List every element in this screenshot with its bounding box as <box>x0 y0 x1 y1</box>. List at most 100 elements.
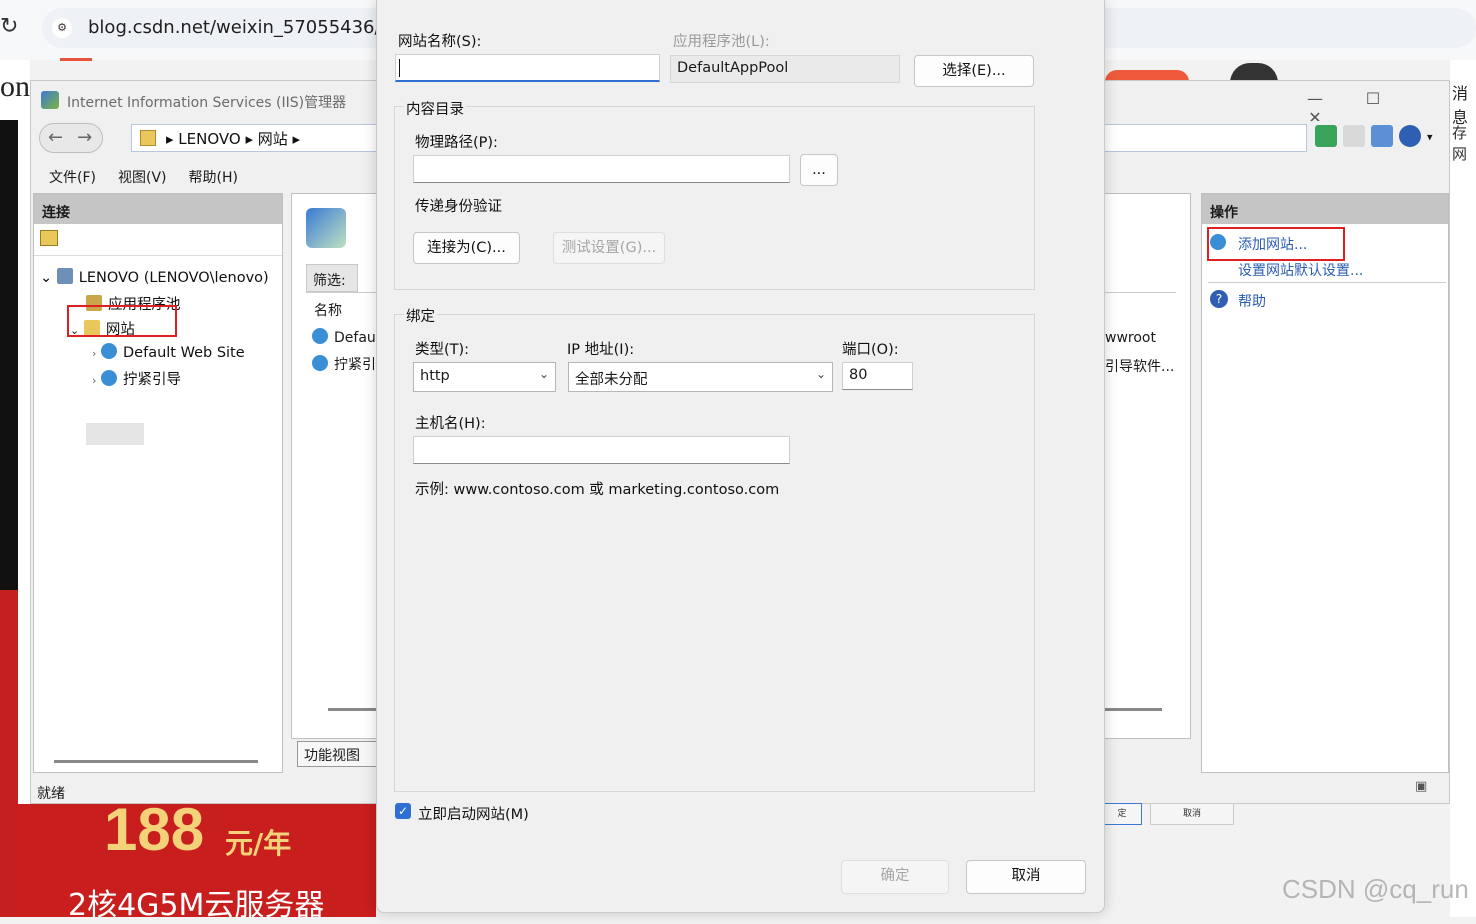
column-header-name[interactable]: 名称 <box>314 300 342 320</box>
background-dark-strip <box>0 120 18 590</box>
horizontal-scrollbar[interactable] <box>328 708 378 711</box>
background-save-text: 存网 <box>1452 124 1468 163</box>
chevron-right-icon[interactable]: › <box>92 347 96 360</box>
physical-path-label: 物理路径(P): <box>415 135 498 151</box>
app-pool-field: DefaultAppPool <box>670 55 900 83</box>
physical-path-input[interactable] <box>413 155 790 183</box>
toolbar: ▾ <box>1315 125 1433 147</box>
back-forward-buttons[interactable]: ←→ <box>39 123 103 153</box>
table-cell-path: 引导软件... <box>1105 359 1175 375</box>
sites-large-icon <box>306 208 346 248</box>
tree-selection-highlight <box>86 423 144 445</box>
refresh-icon[interactable] <box>1315 125 1337 147</box>
forward-arrow-icon[interactable]: → <box>77 127 106 148</box>
menu-file[interactable]: 文件(F) <box>49 170 96 186</box>
annotation-highlight-add-site <box>1207 227 1345 261</box>
menu-help[interactable]: 帮助(H) <box>189 170 238 186</box>
url-text[interactable]: blog.csdn.net/weixin_57055436/ar <box>88 17 399 38</box>
ad-price-unit: 元/年 <box>225 827 292 860</box>
home-icon[interactable] <box>1371 125 1393 147</box>
hostname-label: 主机名(H): <box>415 416 486 432</box>
ip-address-select[interactable]: 全部未分配 ⌄ <box>568 362 833 392</box>
menu-bar: 文件(F) 视图(V) 帮助(H) <box>49 167 260 187</box>
connect-folder-icon[interactable] <box>40 230 58 246</box>
start-now-label[interactable]: 立即启动网站(M) <box>418 803 529 824</box>
iis-app-icon <box>41 91 59 109</box>
chevron-down-icon[interactable]: ▾ <box>1427 131 1433 144</box>
status-bar-text: 就绪 <box>37 786 65 802</box>
help-icon[interactable] <box>1399 125 1421 147</box>
help-link[interactable]: 帮助 <box>1238 291 1266 311</box>
expand-chevron-icon[interactable]: ⌄ <box>40 270 52 286</box>
connections-toolbar <box>34 224 282 256</box>
back-arrow-icon[interactable]: ← <box>48 127 77 148</box>
tree-item-second-site[interactable]: › 拧紧引导 <box>92 368 181 389</box>
horizontal-scrollbar[interactable] <box>1102 708 1162 711</box>
watermark: CSDN @cq_run <box>1282 874 1469 904</box>
ip-address-label: IP 地址(I): <box>567 342 635 358</box>
minimize-icon[interactable]: — <box>1286 89 1344 108</box>
divider <box>1208 282 1446 283</box>
globe-icon <box>101 343 118 359</box>
text-cursor <box>399 59 400 77</box>
window-title: Internet Information Services (IIS)管理器 <box>67 95 347 111</box>
chevron-down-icon: ⌄ <box>815 367 826 381</box>
binding-label: 绑定 <box>404 305 437 326</box>
table-cell-path: wwroot <box>1105 330 1156 346</box>
network-status-icon: ▣ <box>1415 779 1428 794</box>
breadcrumb-text[interactable]: ▸ LENOVO ▸ 网站 ▸ <box>166 128 300 149</box>
annotation-highlight-sites <box>67 305 177 337</box>
globe-icon <box>312 355 328 371</box>
browse-path-button[interactable]: ... <box>800 154 838 186</box>
test-settings-button: 测试设置(G)... <box>553 232 665 264</box>
tree-item-default-web-site[interactable]: › Default Web Site <box>92 343 245 361</box>
window-controls: — ☐✕ <box>1286 89 1446 127</box>
hostname-input[interactable] <box>413 436 790 464</box>
type-label: 类型(T): <box>415 342 470 358</box>
menu-view[interactable]: 视图(V) <box>118 170 167 186</box>
site-name-input[interactable] <box>395 54 660 82</box>
table-row[interactable]: 拧紧引 <box>312 354 376 374</box>
actions-header: 操作 <box>1202 194 1448 224</box>
folder-icon <box>140 130 156 146</box>
help-icon: ? <box>1210 290 1228 308</box>
filter-label[interactable]: 筛选: <box>306 264 358 292</box>
ok-button: 确定 <box>841 860 949 894</box>
tune-icon[interactable]: ⚙ <box>52 18 72 38</box>
site-name-label: 网站名称(S): <box>398 34 482 50</box>
background-page-right <box>1450 60 1476 917</box>
select-app-pool-button[interactable]: 选择(E)... <box>914 55 1034 87</box>
maximize-icon[interactable]: ☐ <box>1344 89 1402 108</box>
connections-header: 连接 <box>34 194 282 224</box>
add-website-dialog: 网站名称(S): 应用程序池(L): DefaultAppPool 选择(E).… <box>376 0 1105 913</box>
cancel-button[interactable]: 取消 <box>966 860 1086 894</box>
horizontal-scrollbar[interactable] <box>54 760 258 763</box>
chevron-right-icon[interactable]: › <box>92 374 96 387</box>
chevron-down-icon: ⌄ <box>538 367 549 381</box>
set-site-defaults-link[interactable]: 设置网站默认设置... <box>1238 260 1363 280</box>
globe-icon <box>312 328 328 344</box>
port-input[interactable]: 80 <box>842 362 913 390</box>
ad-price: 188 <box>104 796 205 863</box>
behind-ok-button[interactable]: 定 <box>1102 803 1142 825</box>
app-pool-label: 应用程序池(L): <box>673 34 770 50</box>
hostname-example: 示例: www.contoso.com 或 marketing.contoso.… <box>415 482 780 498</box>
content-directory-label: 内容目录 <box>404 98 466 119</box>
ad-subtitle: 2核4G5M云服务器 <box>68 888 325 923</box>
server-icon <box>56 268 73 284</box>
globe-icon <box>101 370 118 386</box>
reload-icon[interactable]: ↻ <box>0 14 20 39</box>
connections-panel: 连接 ⌄ LENOVO (LENOVO\lenovo) 应用程序池 ⌄ 网站 ›… <box>33 193 283 773</box>
stop-icon[interactable] <box>1343 125 1365 147</box>
table-row[interactable]: Defau <box>312 328 376 346</box>
background-text: on <box>0 70 30 103</box>
type-select[interactable]: http ⌄ <box>413 362 556 392</box>
behind-cancel-button[interactable]: 取消 <box>1150 803 1234 825</box>
tab-accent <box>60 58 92 61</box>
passthrough-auth-label: 传递身份验证 <box>415 199 502 215</box>
tree-item-server[interactable]: ⌄ LENOVO (LENOVO\lenovo) <box>40 268 269 286</box>
features-view-tab[interactable]: 功能视图 <box>297 741 387 767</box>
start-now-checkbox[interactable]: ✓ <box>395 803 411 819</box>
connect-as-button[interactable]: 连接为(C)... <box>413 232 520 264</box>
actions-panel: 操作 添加网站... 设置网站默认设置... ? 帮助 <box>1201 193 1449 773</box>
